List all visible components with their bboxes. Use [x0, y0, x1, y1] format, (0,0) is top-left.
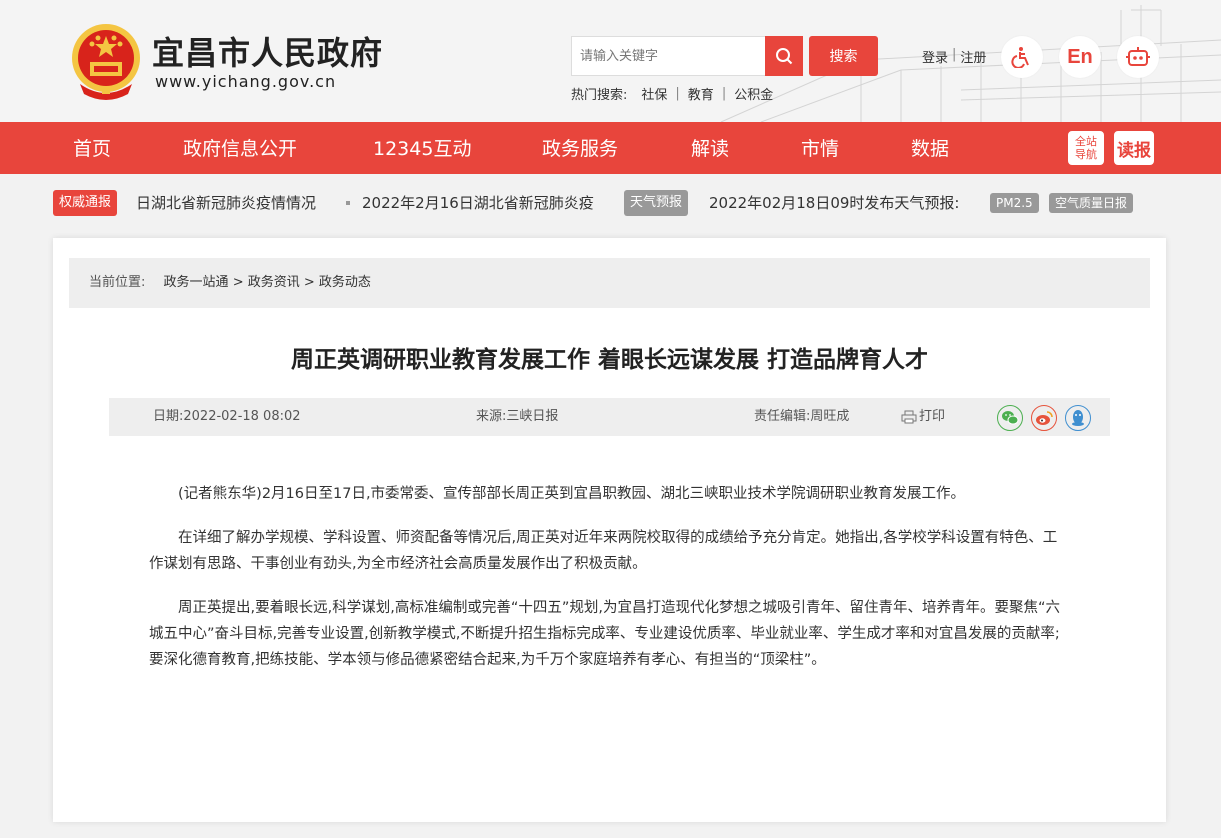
nav-item-services[interactable]: 政务服务: [542, 122, 618, 174]
article-title: 周正英调研职业教育发展工作 着眼长远谋发展 打造品牌育人才: [290, 347, 928, 373]
wechat-share-button[interactable]: [997, 405, 1023, 431]
site-nav-label: 全站: [1075, 135, 1097, 148]
hot-search-item[interactable]: 社保: [641, 84, 667, 103]
pm25-badge[interactable]: PM2.5: [990, 193, 1039, 213]
site-url: www.yichang.gov.cn: [155, 72, 337, 91]
site-header: 宜昌市人民政府 www.yichang.gov.cn 搜索 热门搜索: 社保 |…: [0, 0, 1221, 122]
print-label: 打印: [919, 409, 946, 424]
article-editor: 责任编辑:周旺成: [754, 409, 850, 424]
breadcrumb-item[interactable]: 政务动态: [319, 275, 371, 290]
main-nav: 首页 政府信息公开 12345互动 政务服务 解读 市情 数据: [0, 122, 1221, 174]
site-nav-label: 导航: [1075, 148, 1097, 161]
nav-item-interpretation[interactable]: 解读: [691, 122, 729, 174]
search-box: [571, 36, 803, 76]
article-paragraph: (记者熊东华)2月16日至17日,市委常委、宣传部部长周正英到宜昌职教园、湖北三…: [178, 486, 966, 502]
nav-item-gov-info[interactable]: 政府信息公开: [183, 122, 297, 174]
wechat-icon: [1002, 411, 1019, 425]
hot-search-label: 热门搜索:: [571, 88, 628, 103]
hot-search-item[interactable]: 教育: [688, 84, 714, 103]
qq-share-button[interactable]: [1065, 405, 1091, 431]
breadcrumb-label: 当前位置:: [89, 275, 146, 290]
read-paper-button[interactable]: 读报: [1114, 131, 1154, 165]
notice-item[interactable]: 2022年2月16日湖北省新冠肺炎疫: [362, 192, 596, 213]
notice-item[interactable]: 日湖北省新冠肺炎疫情情况: [136, 192, 336, 213]
robot-button[interactable]: [1117, 36, 1159, 78]
qq-icon: [1072, 410, 1084, 426]
hot-search-item[interactable]: 公积金: [734, 84, 773, 103]
article-source: 来源:三峡日报: [476, 409, 559, 424]
weibo-icon: [1036, 411, 1053, 425]
english-label: En: [1067, 45, 1093, 68]
search-icon[interactable]: [765, 36, 803, 76]
authority-notice-tag: 权威通报: [53, 190, 118, 216]
search-button[interactable]: 搜索: [809, 36, 878, 76]
search-input[interactable]: [572, 37, 768, 75]
nav-item-city[interactable]: 市情: [801, 122, 839, 174]
weather-tag: 天气预报: [624, 190, 689, 216]
article-paragraph: 周正英提出,要着眼长远,科学谋划,高标准编制或完善“十四五”规划,为宜昌打造现代…: [149, 600, 1060, 668]
weather-text[interactable]: 2022年02月18日09时发布天气预报:: [709, 192, 960, 213]
register-link[interactable]: 注册: [960, 47, 986, 66]
printer-icon: [901, 410, 917, 424]
site-title: 宜昌市人民政府: [152, 34, 384, 72]
article-body: (记者熊东华)2月16日至17日,市委常委、宣传部部长周正英到宜昌职教园、湖北三…: [149, 481, 1069, 691]
breadcrumb-item[interactable]: 政务资讯: [248, 275, 300, 290]
breadcrumb: 当前位置: 政务一站通 > 政务资讯 > 政务动态: [69, 258, 1150, 308]
article-paragraph: 在详细了解办学规模、学科设置、师资配备等情况后,周正英对近年来两院校取得的成绩给…: [149, 530, 1058, 572]
weibo-share-button[interactable]: [1031, 405, 1057, 431]
nav-item-12345[interactable]: 12345互动: [373, 122, 471, 174]
login-link[interactable]: 登录: [922, 47, 948, 66]
login-register: 登录 | 注册: [922, 47, 987, 66]
article-card: 当前位置: 政务一站通 > 政务资讯 > 政务动态 周正英调研职业教育发展工作 …: [53, 238, 1166, 822]
article-meta: 日期:2022-02-18 08:02 来源:三峡日报 责任编辑:周旺成 打印: [109, 398, 1110, 436]
notice-separator: [346, 201, 350, 205]
nav-item-home[interactable]: 首页: [73, 122, 111, 174]
breadcrumb-item[interactable]: 政务一站通: [164, 275, 229, 290]
site-nav-button[interactable]: 全站 导航: [1068, 131, 1104, 165]
accessibility-button[interactable]: [1001, 36, 1043, 78]
nav-item-data[interactable]: 数据: [911, 122, 949, 174]
national-emblem-icon: [72, 24, 140, 100]
english-button[interactable]: En: [1059, 36, 1101, 78]
air-quality-badge[interactable]: 空气质量日报: [1049, 193, 1134, 213]
accessibility-icon: [1011, 47, 1029, 68]
robot-icon: [1126, 47, 1150, 66]
article-date: 日期:2022-02-18 08:02: [153, 409, 301, 424]
print-button[interactable]: 打印: [901, 398, 945, 436]
hot-search: 热门搜索: 社保 | 教育 | 公积金: [571, 84, 774, 103]
